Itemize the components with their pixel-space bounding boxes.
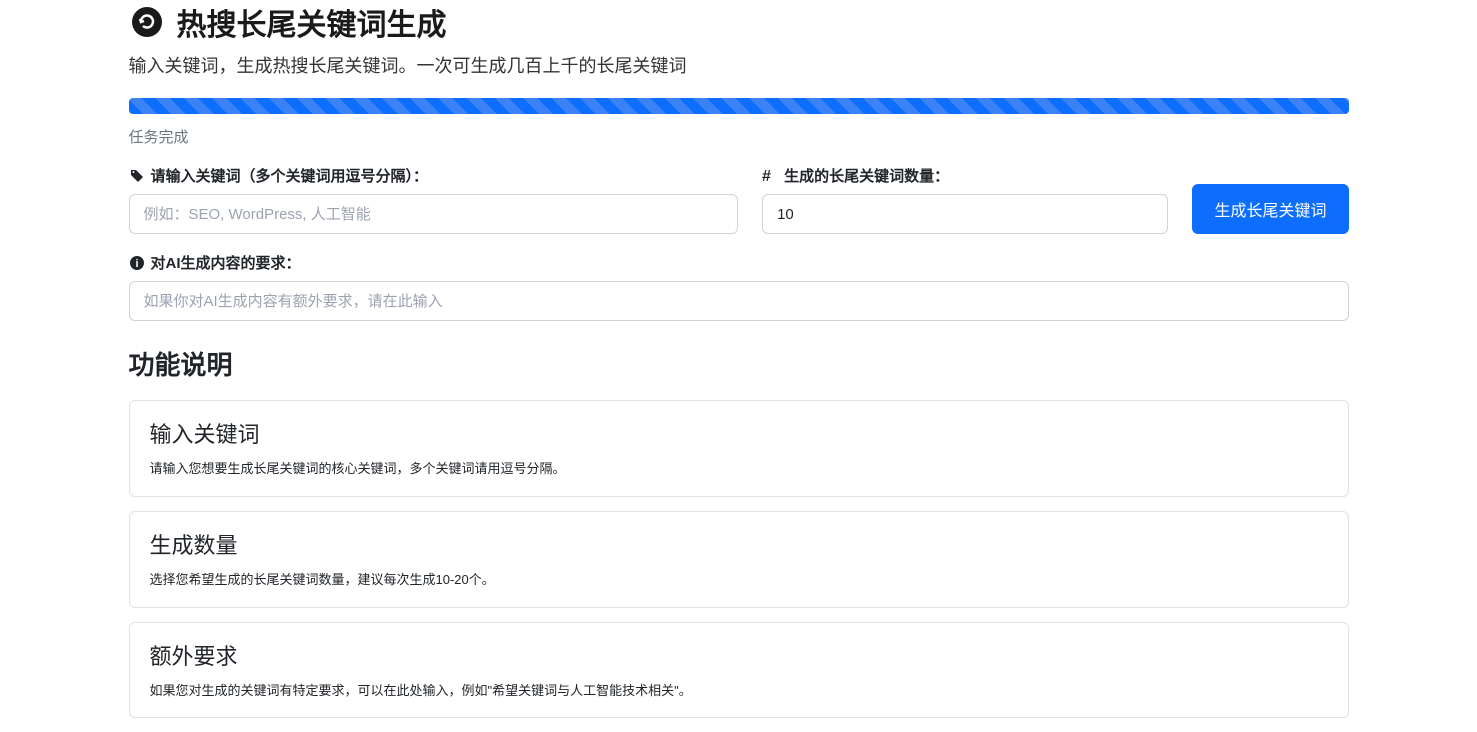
refresh-circle-icon	[129, 4, 165, 40]
page-title: 热搜长尾关键词生成	[177, 0, 447, 44]
card-text: 选择您希望生成的长尾关键词数量，建议每次生成10-20个。	[150, 570, 1328, 591]
requirement-label: i 对AI生成内容的要求：	[129, 252, 1349, 273]
instruction-card: 额外要求 如果您对生成的关键词有特定要求，可以在此处输入，例如"希望关键词与人工…	[129, 622, 1349, 719]
keyword-input[interactable]	[129, 194, 739, 234]
card-title: 生成数量	[150, 528, 1328, 560]
count-input[interactable]	[762, 194, 1168, 234]
instruction-card: 输入关键词 请输入您想要生成长尾关键词的核心关键词，多个关键词请用逗号分隔。	[129, 400, 1349, 497]
card-title: 输入关键词	[150, 417, 1328, 449]
card-text: 请输入您想要生成长尾关键词的核心关键词，多个关键词请用逗号分隔。	[150, 459, 1328, 480]
progress-bar	[129, 98, 1349, 114]
svg-text:#: #	[762, 168, 771, 184]
generate-button[interactable]: 生成长尾关键词	[1192, 184, 1348, 234]
info-icon: i	[129, 255, 145, 271]
keyword-label-text: 请输入关键词（多个关键词用逗号分隔）：	[151, 165, 429, 186]
requirement-label-text: 对AI生成内容的要求：	[151, 252, 301, 273]
svg-text:i: i	[135, 258, 138, 270]
instructions-title: 功能说明	[129, 345, 1349, 382]
count-label-text: 生成的长尾关键词数量：	[784, 165, 949, 186]
keyword-label: 请输入关键词（多个关键词用逗号分隔）：	[129, 165, 739, 186]
status-text: 任务完成	[129, 126, 1349, 147]
instruction-card: 生成数量 选择您希望生成的长尾关键词数量，建议每次生成10-20个。	[129, 511, 1349, 608]
count-label: # 生成的长尾关键词数量：	[762, 165, 1168, 186]
card-text: 如果您对生成的关键词有特定要求，可以在此处输入，例如"希望关键词与人工智能技术相…	[150, 681, 1328, 702]
tag-icon	[129, 168, 145, 184]
page-subtitle: 输入关键词，生成热搜长尾关键词。一次可生成几百上千的长尾关键词	[129, 52, 1349, 78]
hash-icon: #	[762, 168, 778, 184]
requirement-input[interactable]	[129, 281, 1349, 321]
card-title: 额外要求	[150, 639, 1328, 671]
